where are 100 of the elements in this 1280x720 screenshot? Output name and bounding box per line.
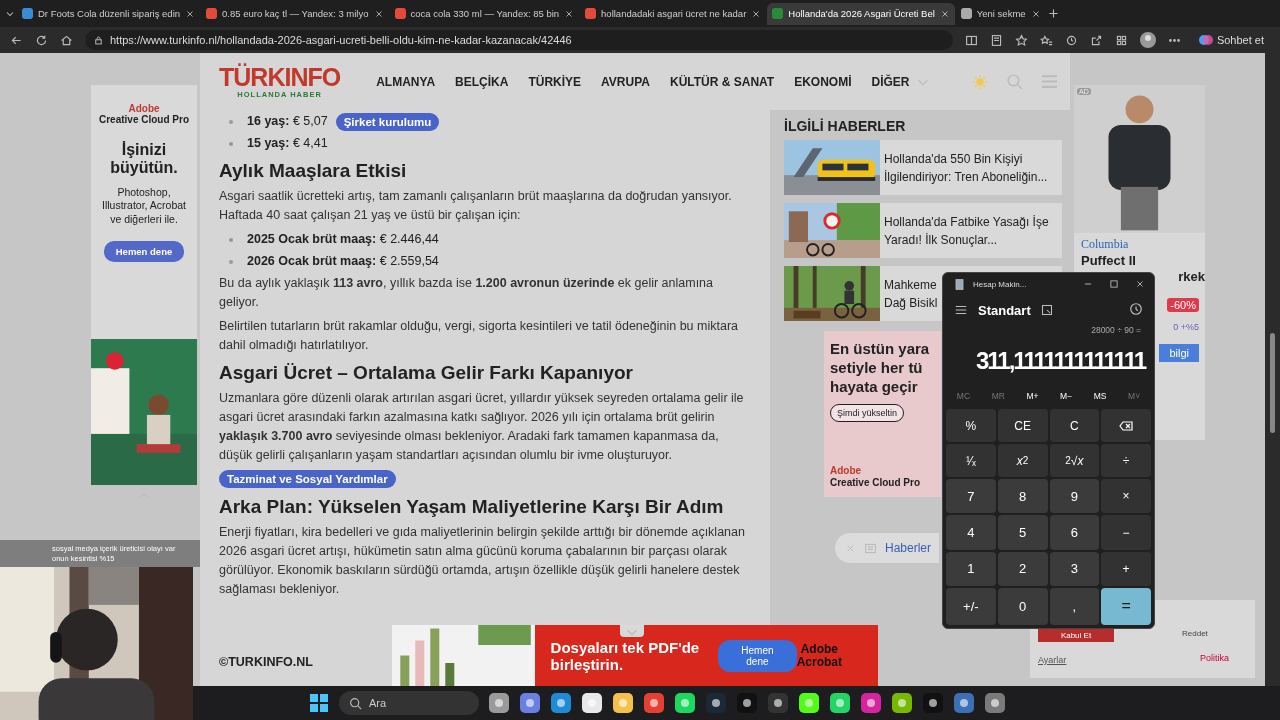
browser-tab[interactable]: 0.85 euro kaç tl — Yandex: 3 milyo xyxy=(201,2,389,25)
key-button[interactable]: , xyxy=(1049,587,1100,625)
maximize-icon xyxy=(1109,279,1119,289)
close-icon xyxy=(1135,279,1145,289)
news-card[interactable]: Hollanda'da 550 Bin Kişiyi İlgilendiriyor: Tren Aboneliğin... xyxy=(784,140,1062,195)
list-item: 2026 Ocak brüt maaş: € 2.559,54 xyxy=(247,253,439,270)
news-title[interactable]: Hollanda'da Fatbike Yasağı İşe Yaradı! İlk Sonuçlar... xyxy=(884,212,1049,249)
browser-tab[interactable]: coca cola 330 ml — Yandex: 85 bin xyxy=(389,2,580,25)
list-item: 16 yaş: € 5,07 xyxy=(247,113,328,130)
window-icon[interactable] xyxy=(308,692,330,714)
news-title[interactable]: Hollanda'da 550 Bin Kişiyi İlgilendiriyor: Tren Aboneliğin... xyxy=(884,149,1048,186)
ad-logo: Adobe Acrobat xyxy=(796,642,842,669)
ad-button[interactable]: bilgi xyxy=(1159,344,1199,362)
reader-icon xyxy=(989,33,1003,47)
backspace-button[interactable] xyxy=(1101,409,1151,443)
news-button[interactable]: Haberler xyxy=(835,533,939,563)
news-icon xyxy=(864,541,877,555)
bullet-icon xyxy=(229,237,233,242)
key-button[interactable]: + xyxy=(1101,551,1151,586)
key-button[interactable]: 1 xyxy=(946,551,996,586)
ad-brand: Adobe xyxy=(830,465,863,477)
close-icon xyxy=(1030,8,1041,19)
window-title: Hesap Makin... xyxy=(973,279,1027,289)
nav-link[interactable]: TÜRKİYE xyxy=(528,74,582,89)
nav-link[interactable]: BELÇİKA xyxy=(455,74,509,89)
paragraph: Enerji fiyatları, kira bedelleri ve gıda maliyetlerinin belirgin şekilde arttığı bir dönemde açıklanan 2026 asgari ücret artışı, hükümetin satın alma gücünü koruma çabalarının bir parçası olarak görülüyor. Ekonomik baskıların sürdüğü ortamda, artışın özellikle düşük gelirli hanelere destek sağlaması bekleniyor. xyxy=(219,524,746,598)
address-bar[interactable]: https://www.turkinfo.nl/hollandada-2026-asgari-ucreti-belli-oldu-kim-ne-kadar-kazanacak/42446 xyxy=(85,30,953,50)
key-button[interactable]: 9 xyxy=(1049,479,1100,514)
key-button[interactable]: 8 xyxy=(997,479,1048,514)
bullet-icon xyxy=(229,259,233,264)
ad-button[interactable]: Hemen dene xyxy=(103,240,185,262)
ad-button[interactable]: Şimdi yükseltin xyxy=(830,404,905,422)
tag-link[interactable]: Şirket kurulumu xyxy=(335,112,440,131)
memory-button[interactable]: M+ xyxy=(1020,390,1045,402)
close-icon xyxy=(751,8,762,19)
key-button[interactable]: +/- xyxy=(946,587,996,625)
menu-icon xyxy=(1041,73,1058,90)
key-button[interactable]: 6 xyxy=(1049,515,1100,550)
tab-favicon-icon xyxy=(772,8,784,19)
ad-product: Creative Cloud Pro xyxy=(99,114,189,125)
nav-link[interactable]: KÜLTÜR & SANAT xyxy=(669,74,775,89)
tab-favicon-icon xyxy=(585,8,597,19)
key-button[interactable]: 0 xyxy=(997,587,1048,625)
key-button[interactable]: × xyxy=(1101,479,1151,514)
ad-brand: Adobe xyxy=(128,103,160,114)
keep-on-top-icon xyxy=(1040,304,1053,316)
ad-button[interactable]: Hemen dene xyxy=(718,639,797,672)
memory-button[interactable]: M− xyxy=(1054,390,1079,402)
key-button[interactable]: 5 xyxy=(997,515,1048,550)
ad-text: 0 +%5 xyxy=(1173,322,1199,332)
paragraph: Bu da aylık yaklaşık 113 avro, yıllık bazda ise 1.200 avronun üzerinde ek gelir anlamına geliyor. xyxy=(219,275,714,311)
news-title[interactable]: Mahkeme Dağ Bisikl xyxy=(884,275,938,312)
star-icon xyxy=(1014,33,1028,47)
browser-tab[interactable]: Yeni sekme xyxy=(955,2,1046,25)
section-heading: Asgari Ücret – Ortalama Gelir Farkı Kapanıyor xyxy=(219,361,634,385)
paragraph: Belirtilen tutarların brüt rakamlar olduğu, vergi, sigorta kesintileri ve tatil ödeneğinin bu miktara dahil olmadığı hatırlatılıyor. xyxy=(219,318,739,354)
key-button[interactable]: 3 xyxy=(1049,551,1100,586)
mode-title: Standart xyxy=(978,302,1031,318)
plus-icon xyxy=(1046,7,1060,20)
key-button[interactable]: − xyxy=(1101,515,1151,550)
avatar-icon[interactable] xyxy=(1139,32,1156,48)
history-icon xyxy=(1129,301,1143,316)
key-button[interactable]: ¹⁄ₓ xyxy=(946,444,996,478)
nav-link[interactable]: AVRUPA xyxy=(601,74,650,89)
policy-link[interactable]: Politika xyxy=(1200,653,1229,663)
browser-tab[interactable]: Dr Foots Cola düzenli sipariş edin xyxy=(17,2,201,25)
search-field[interactable]: Ara xyxy=(339,691,479,715)
browser-tab[interactable]: hollandadaki asgari ücret ne kadar xyxy=(580,2,767,25)
key-button[interactable]: % xyxy=(946,409,996,443)
equals-button[interactable]: = xyxy=(1101,587,1151,625)
ad-headline: En üstün yara xyxy=(830,339,931,358)
search-icon xyxy=(1006,73,1023,90)
search-icon xyxy=(349,697,362,710)
ad-product: Puffect II xyxy=(1081,253,1137,268)
settings-link[interactable]: Ayarlar xyxy=(1038,655,1067,665)
ad-headline: hayata geçir xyxy=(830,377,919,396)
key-button[interactable]: 7 xyxy=(946,479,996,514)
reject-button[interactable]: Reddet xyxy=(1176,628,1214,639)
history-icon xyxy=(1064,33,1078,47)
key-button[interactable]: 4 xyxy=(946,515,996,550)
scrollbar[interactable] xyxy=(1265,53,1280,686)
key-button[interactable]: CE xyxy=(997,409,1048,443)
paragraph: Uzmanlara göre düzenli olarak artırılan asgari ücret, yıllardır yüksek seyreden ortalama gelir ile asgari ücret arasındaki farkın azalmasına katkı sağlıyor. 2026 yılı için ortalama brüt gelirin yaklaşık 3.700 avro seviyesinde olması bekleniyor. Aradaki fark tamamen kapanmasa da, düşük gelirli çalışanların yaşam standartları açısından olumlu bir ivme oluşturuyor. xyxy=(219,390,745,464)
key-button[interactable]: 2 xyxy=(997,551,1048,586)
section-heading: Arka Plan: Yükselen Yaşam Maliyetlerine Karşı Bir Adım xyxy=(219,495,725,519)
tag-link[interactable]: Tazminat ve Sosyal Yardımlar xyxy=(219,470,396,488)
menu-icon xyxy=(954,303,968,317)
nav-link[interactable]: ALMANYA xyxy=(376,74,436,89)
browser-tab[interactable]: Hollanda'da 2026 Asgari Ücreti Bel xyxy=(767,2,955,25)
key-button[interactable]: C xyxy=(1049,409,1100,443)
backspace-icon xyxy=(1119,420,1134,431)
nav-link[interactable]: EKONOMİ xyxy=(794,74,852,89)
key-button[interactable]: ÷ xyxy=(1101,444,1151,478)
chat-button[interactable]: Sohbet et xyxy=(1192,32,1270,48)
nav-link[interactable]: DİĞER xyxy=(871,74,930,89)
news-card[interactable]: Hollanda'da Fatbike Yasağı İşe Yaradı! İlk Sonuçlar... xyxy=(784,203,1062,258)
result-display: 311,1111111111111 xyxy=(975,346,1147,376)
favorites-icon xyxy=(1039,33,1053,47)
list-item: 15 yaş: € 4,41 xyxy=(247,135,328,152)
memory-button[interactable]: MS xyxy=(1087,390,1113,402)
